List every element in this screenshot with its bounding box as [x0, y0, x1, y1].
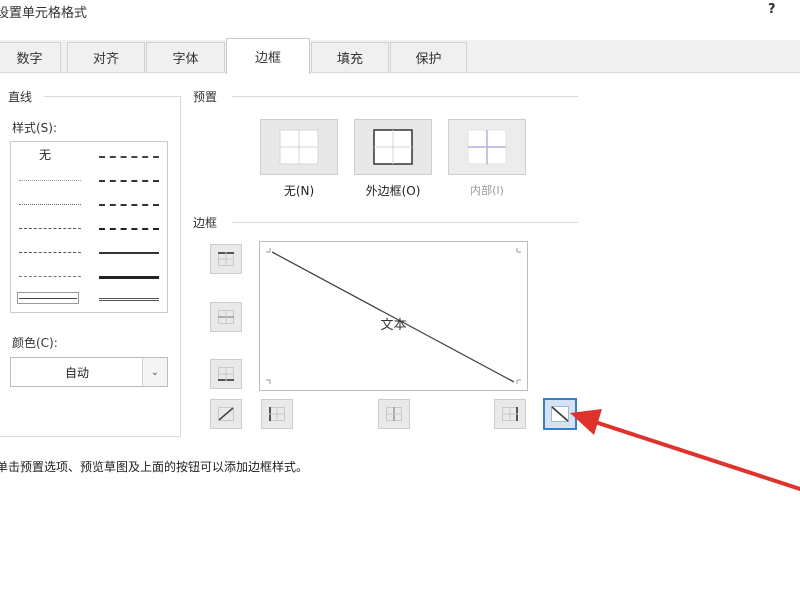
line-style-dash-dot[interactable] — [19, 252, 81, 253]
hint-text: 单击预置选项、预览草图及上面的按钮可以添加边框样式。 — [0, 460, 309, 474]
preset-inside-label: 内部(I) — [470, 184, 504, 197]
border-right-icon — [502, 407, 518, 421]
border-inside-vertical-icon — [386, 407, 402, 421]
border-top-icon — [218, 252, 234, 266]
line-group-border-top — [44, 96, 180, 97]
border-group-line — [232, 222, 578, 223]
line-style-thin[interactable] — [19, 298, 77, 299]
border-inside-horizontal-icon — [218, 310, 234, 324]
preset-outline-label: 外边框(O) — [365, 184, 421, 198]
line-style-thick[interactable] — [99, 276, 159, 279]
border-bottom-button[interactable] — [210, 359, 242, 389]
border-left-button[interactable] — [261, 399, 293, 429]
border-inside-horizontal-button[interactable] — [210, 302, 242, 332]
border-left-icon — [269, 407, 285, 421]
color-label: 颜色(C): — [12, 336, 58, 350]
line-style-dashed[interactable] — [19, 276, 81, 277]
border-diagonal-up-icon — [218, 407, 234, 421]
border-bottom-icon — [218, 367, 234, 381]
tab-protection[interactable]: 保护 — [390, 42, 467, 72]
presets-group-line — [232, 96, 578, 97]
line-style-slant-dash-dot[interactable] — [99, 180, 159, 182]
color-value: 自动 — [64, 365, 89, 380]
line-style-hairline[interactable] — [19, 180, 81, 181]
line-style-double[interactable] — [99, 298, 159, 301]
line-style-medium[interactable] — [99, 252, 159, 254]
border-title: 边框 — [193, 216, 218, 230]
red-arrow-annotation — [570, 409, 800, 491]
line-style-list[interactable]: 无 — [10, 141, 168, 313]
border-diagonal-up-button[interactable] — [210, 399, 242, 429]
line-group-border-right — [180, 96, 181, 436]
help-button[interactable]: ? — [768, 2, 776, 17]
border-preview[interactable]: 文本 — [259, 241, 528, 391]
tab-divider — [0, 72, 800, 73]
preset-none-label: 无(N) — [283, 184, 315, 198]
tab-border[interactable]: 边框 — [226, 38, 310, 74]
border-right-button[interactable] — [494, 399, 526, 429]
border-inside-vertical-button[interactable] — [378, 399, 410, 429]
dialog-title: 设置单元格格式 — [0, 6, 88, 21]
preset-inside-button[interactable] — [448, 119, 526, 175]
preset-outline-icon — [373, 129, 413, 165]
tab-font[interactable]: 字体 — [146, 42, 225, 72]
tab-fill[interactable]: 填充 — [311, 42, 389, 72]
line-group-title: 直线 — [8, 90, 33, 104]
style-label: 样式(S): — [12, 121, 58, 135]
preset-inside-icon — [467, 129, 507, 165]
preset-none-icon — [279, 129, 319, 165]
preview-text: 文本 — [380, 318, 407, 333]
border-top-button[interactable] — [210, 244, 242, 274]
preset-none-button[interactable] — [260, 119, 338, 175]
tab-alignment[interactable]: 对齐 — [67, 42, 145, 72]
tab-number[interactable]: 数字 — [0, 42, 61, 72]
line-style-dash-dot-dot[interactable] — [19, 228, 81, 229]
color-dropdown[interactable]: 自动 ⌄ — [10, 357, 168, 387]
line-style-dotted[interactable] — [19, 204, 81, 205]
line-style-medium-dash-dot-dot[interactable] — [99, 156, 159, 158]
line-style-medium-dashed[interactable] — [99, 228, 159, 230]
presets-title: 预置 — [193, 90, 218, 104]
preset-outline-button[interactable] — [354, 119, 432, 175]
line-group-border-bottom — [0, 436, 181, 437]
line-style-medium-dash-dot[interactable] — [99, 204, 159, 206]
chevron-down-icon[interactable]: ⌄ — [142, 358, 167, 386]
